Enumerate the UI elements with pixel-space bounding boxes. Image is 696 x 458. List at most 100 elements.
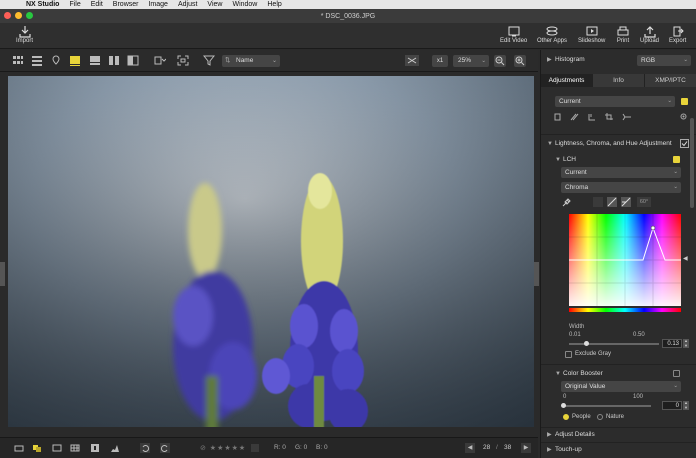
layout-options-icon[interactable]	[154, 55, 166, 66]
close-window-button[interactable]	[4, 12, 11, 19]
filter-icon[interactable]	[203, 55, 215, 66]
zoom-out-button[interactable]	[494, 55, 506, 67]
lch-enable-checkbox[interactable]	[680, 139, 689, 148]
booster-slider-thumb[interactable]	[561, 403, 566, 408]
menu-help[interactable]: Help	[267, 1, 281, 8]
booster-stepper[interactable]: ▴ ▾	[683, 400, 689, 410]
menu-app-name[interactable]: NX Studio	[26, 1, 59, 8]
fit-to-window-icon[interactable]	[405, 55, 419, 66]
lch-subsection-title: LCH	[563, 156, 577, 163]
nature-radio[interactable]	[597, 414, 603, 420]
reset-icon	[622, 113, 631, 121]
graph-pointer-icon: ◀	[683, 256, 688, 262]
slideshow-button[interactable]: Slideshow	[578, 25, 605, 44]
actual-size-button[interactable]: x1	[432, 55, 448, 67]
lch-preset-select[interactable]: Current ⌄	[561, 167, 681, 178]
adjust-enable-checkbox[interactable]	[681, 98, 688, 105]
import-icon	[18, 26, 31, 38]
print-icon	[617, 26, 629, 36]
menu-adjust[interactable]: Adjust	[178, 1, 197, 8]
sort-select-value: Name	[236, 57, 254, 64]
exclude-gray-checkbox[interactable]	[565, 351, 572, 358]
menu-image[interactable]: Image	[148, 1, 167, 8]
width-stepper[interactable]: ▴ ▾	[683, 338, 689, 348]
width-min-label: 0.01	[569, 332, 581, 338]
edit-video-button[interactable]: Edit Video	[500, 25, 527, 44]
upload-button[interactable]: Upload	[640, 25, 659, 44]
tab-xmp-iptc[interactable]: XMP/IPTC	[645, 74, 696, 87]
lch-section-header[interactable]: ▼ Lightness, Chroma, and Hue Adjustment	[541, 138, 696, 150]
compare-two-view-icon[interactable]	[108, 55, 120, 66]
readout-g: G: 0	[295, 444, 308, 451]
rotate-left-icon[interactable]	[140, 443, 150, 453]
menu-edit[interactable]: Edit	[91, 1, 103, 8]
fit-screen-icon[interactable]	[177, 55, 189, 66]
map-view-icon[interactable]	[50, 55, 62, 66]
star-rating[interactable]: ⊘ ★★★★★	[200, 444, 246, 452]
import-button[interactable]: Import	[16, 25, 33, 44]
booster-value-field[interactable]: 0	[662, 401, 682, 410]
single-image-view-icon[interactable]	[69, 55, 81, 66]
print-button[interactable]: Print	[616, 25, 630, 44]
label-icon[interactable]	[32, 443, 42, 453]
curve-mode-3-button[interactable]	[621, 197, 631, 207]
next-image-button[interactable]: ▶	[521, 443, 531, 453]
people-radio[interactable]	[563, 414, 569, 420]
angle-value[interactable]: 60°	[637, 197, 651, 207]
other-apps-button[interactable]: Other Apps	[537, 25, 567, 44]
readout-b: B: 0	[316, 444, 328, 451]
menu-view[interactable]: View	[207, 1, 222, 8]
touch-up-header[interactable]: ▶ Touch-up	[541, 444, 696, 456]
curve-mode-2-button[interactable]	[607, 197, 617, 207]
info-overlay-icon[interactable]	[52, 443, 62, 453]
protect-icon[interactable]	[250, 443, 260, 453]
panel-scrollbar[interactable]	[690, 118, 694, 208]
rotate-right-icon[interactable]	[160, 443, 170, 453]
menu-browser[interactable]: Browser	[113, 1, 139, 8]
sort-select[interactable]: ⇅ Name ⌄	[222, 55, 280, 67]
adjust-preset-select[interactable]: Current ⌄	[555, 96, 675, 107]
before-after-view-icon[interactable]	[127, 55, 139, 66]
booster-preset-select[interactable]: Original Value ⌄	[561, 381, 681, 392]
color-booster-checkbox[interactable]	[673, 370, 680, 377]
panel-tabs: Adjustments Info XMP/IPTC	[541, 74, 696, 87]
image-viewer[interactable]	[8, 76, 534, 427]
lch-subsection-checkbox[interactable]	[673, 156, 680, 163]
tab-adjustments[interactable]: Adjustments	[541, 74, 593, 87]
zoom-in-button[interactable]	[514, 55, 526, 67]
menu-window[interactable]: Window	[232, 1, 257, 8]
minimize-window-button[interactable]	[15, 12, 22, 19]
zoom-value: 25%	[458, 57, 472, 64]
grid-overlay-icon[interactable]	[70, 443, 80, 453]
thumbnail-strip-icon[interactable]	[14, 443, 24, 453]
histogram-overlay-icon[interactable]	[110, 443, 120, 453]
menu-file[interactable]: File	[69, 1, 80, 8]
width-slider[interactable]	[569, 343, 659, 345]
width-value-field[interactable]: 0.13	[662, 339, 682, 348]
booster-slider[interactable]	[563, 405, 651, 407]
export-button[interactable]: Export	[669, 25, 686, 44]
lch-preset-value: Current	[565, 169, 587, 176]
histogram-mode-select[interactable]: RGB ⌄	[637, 55, 691, 66]
eyedropper-icon[interactable]	[562, 198, 571, 207]
lch-chroma-graph[interactable]	[569, 214, 681, 315]
previous-image-button[interactable]: ◀	[465, 443, 475, 453]
print-label: Print	[616, 38, 630, 44]
tab-info[interactable]: Info	[593, 74, 645, 87]
list-view-icon[interactable]	[31, 55, 43, 66]
right-panel-toggle[interactable]	[534, 262, 539, 286]
width-slider-thumb[interactable]	[584, 341, 589, 346]
highlights-icon[interactable]	[90, 443, 100, 453]
zoom-window-button[interactable]	[26, 12, 33, 19]
chevron-right-icon: ▶	[547, 432, 552, 438]
chevron-down-icon: ⌄	[673, 169, 678, 175]
lch-channel-select[interactable]: Chroma ⌄	[561, 182, 681, 193]
zoom-select[interactable]: 25% ⌄	[453, 55, 489, 67]
grid-view-icon[interactable]	[12, 55, 24, 66]
curve-mode-1-button[interactable]	[593, 197, 603, 207]
left-panel-toggle[interactable]	[0, 262, 5, 286]
adjust-details-header[interactable]: ▶ Adjust Details	[541, 429, 696, 441]
booster-preset-value: Original Value	[565, 383, 606, 390]
filmstrip-view-icon[interactable]	[89, 55, 101, 66]
settings-gear-icon[interactable]	[679, 112, 688, 121]
